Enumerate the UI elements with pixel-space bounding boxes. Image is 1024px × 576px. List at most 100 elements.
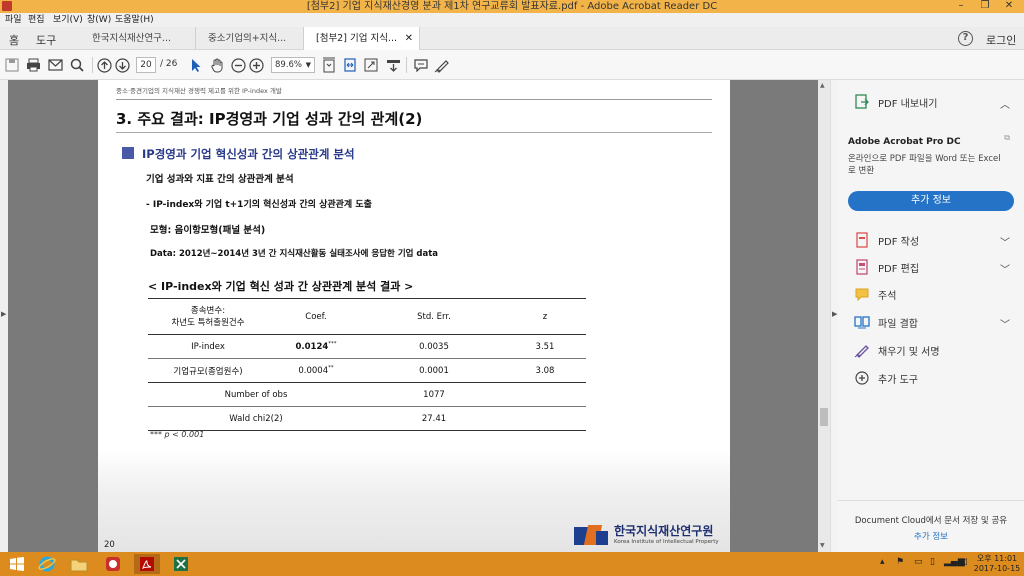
export-pdf-item[interactable]: PDF 내보내기 bbox=[852, 92, 937, 112]
se-cell: 0.0035 bbox=[364, 334, 504, 359]
comment-item[interactable]: 주석 bbox=[852, 284, 896, 304]
page-number-input[interactable]: 20 bbox=[136, 57, 156, 73]
pdf-page: 중소·중견기업의 지식재산 경쟁력 제고를 위한 IP-index 개발 3. … bbox=[98, 80, 730, 552]
zoom-level-select[interactable]: 89.6% ▼ bbox=[271, 57, 315, 73]
table-header-row: 종속변수: 차년도 특허출원건수 Coef. Std. Err. z bbox=[148, 298, 586, 335]
pro-title: Adobe Acrobat Pro DC bbox=[848, 137, 961, 147]
tray-arrow-icon[interactable]: ▴ bbox=[880, 557, 885, 567]
significance-stars: *** bbox=[328, 341, 337, 348]
nav-tools[interactable]: 도구 bbox=[36, 32, 56, 48]
expand-right-icon: ▶ bbox=[832, 310, 838, 318]
email-icon[interactable] bbox=[46, 56, 64, 74]
more-info-button[interactable]: 추가 정보 bbox=[848, 191, 1014, 211]
page-total: / 26 bbox=[160, 59, 178, 69]
document-viewport[interactable]: ▶ 중소·중견기업의 지식재산 경쟁력 제고를 위한 IP-index 개발 3… bbox=[0, 80, 838, 552]
menu-view[interactable]: 보기(V) bbox=[53, 14, 83, 26]
tab-bar: 홈 도구 한국지식재산연구... 중소기업의+지식... [첨부2] 기업 지식… bbox=[0, 27, 1024, 50]
minimize-button[interactable]: – bbox=[950, 0, 972, 13]
next-page-icon[interactable] bbox=[113, 56, 131, 74]
login-link[interactable]: 로그인 bbox=[986, 32, 1016, 48]
scrollbar-thumb[interactable] bbox=[820, 408, 828, 426]
menu-edit[interactable]: 편집 bbox=[28, 14, 45, 26]
empty-cell bbox=[504, 406, 586, 431]
monitor-icon[interactable]: ▭ bbox=[914, 557, 923, 567]
full-screen-icon[interactable] bbox=[362, 56, 380, 74]
fill-sign-item[interactable]: 채우기 및 서명 bbox=[852, 340, 940, 360]
chevron-down-icon[interactable]: ﹀ bbox=[1000, 234, 1010, 249]
z-cell: 3.08 bbox=[504, 358, 586, 383]
page-number: 20 bbox=[104, 540, 115, 550]
more-tools-item[interactable]: 추가 도구 bbox=[852, 368, 918, 388]
table-title: < IP-index와 기업 혁신 성과 간 상관관계 분석 결과 > bbox=[148, 280, 414, 293]
z-cell: 3.51 bbox=[504, 334, 586, 359]
vertical-scrollbar[interactable]: ▲ ▼ bbox=[818, 80, 830, 552]
cloud-more-info-link[interactable]: 추가 정보 bbox=[848, 530, 1014, 542]
taskbar-clock[interactable]: 오후 11:01 2017-10-15 bbox=[972, 554, 1022, 574]
battery-icon[interactable]: ▯ bbox=[930, 557, 935, 567]
coef-value: 0.0004 bbox=[298, 365, 329, 376]
fill-sign-icon bbox=[852, 342, 872, 358]
acrobat-window: [첨부2] 기업 지식재산경영 분과 제1차 연구교류회 발표자료.pdf - … bbox=[0, 0, 1024, 576]
excel-icon[interactable] bbox=[168, 554, 194, 574]
previous-page-icon[interactable] bbox=[95, 56, 113, 74]
tab-label: 한국지식재산연구... bbox=[92, 33, 171, 44]
chevron-down-icon[interactable]: ﹀ bbox=[1000, 316, 1010, 331]
menu-help[interactable]: 도움말(H) bbox=[115, 14, 154, 26]
page-header-text: 중소·중견기업의 지식재산 경쟁력 제고를 위한 IP-index 개발 bbox=[116, 87, 282, 95]
select-pointer-icon[interactable] bbox=[187, 56, 205, 74]
file-explorer-icon[interactable] bbox=[66, 554, 92, 574]
flag-icon[interactable]: ⚑ bbox=[896, 557, 904, 567]
combine-files-icon bbox=[852, 314, 872, 330]
app-red-icon[interactable] bbox=[100, 554, 126, 574]
table-row: Number of obs 1077 bbox=[148, 382, 586, 407]
clock-date: 2017-10-15 bbox=[973, 564, 1021, 573]
fit-page-icon[interactable] bbox=[320, 56, 338, 74]
help-icon[interactable]: ? bbox=[958, 31, 973, 46]
tab-document-1[interactable]: 한국지식재산연구... bbox=[80, 27, 196, 50]
pin-icon[interactable]: ⧉ bbox=[1004, 133, 1010, 143]
hand-tool-icon[interactable] bbox=[208, 56, 226, 74]
title-rule bbox=[116, 132, 712, 133]
chevron-up-icon[interactable]: ︿ bbox=[1000, 96, 1010, 111]
acrobat-taskbar-icon[interactable] bbox=[134, 554, 160, 574]
internet-explorer-icon[interactable] bbox=[34, 554, 60, 574]
fit-width-icon[interactable] bbox=[341, 56, 359, 74]
empty-cell bbox=[504, 382, 586, 407]
close-window-button[interactable]: ✕ bbox=[998, 0, 1020, 13]
nav-home[interactable]: 홈 bbox=[9, 32, 19, 48]
z-header: z bbox=[504, 298, 586, 335]
institute-logo: 한국지식재산연구원 Korea Institute of Intellectua… bbox=[574, 523, 719, 547]
sign-pen-icon[interactable] bbox=[433, 56, 451, 74]
coef-cell: 0.0124*** bbox=[268, 334, 364, 359]
right-panel-toggle[interactable]: ▶ bbox=[830, 80, 838, 552]
left-panel-toggle[interactable]: ▶ bbox=[0, 80, 8, 552]
menu-file[interactable]: 파일 bbox=[5, 14, 22, 26]
create-pdf-item[interactable]: PDF 작성 bbox=[852, 230, 919, 250]
search-icon[interactable] bbox=[68, 56, 86, 74]
zoom-out-icon[interactable] bbox=[229, 56, 247, 74]
comment-bubble-icon bbox=[852, 286, 872, 302]
windows-taskbar: ▴ ⚑ ▭ ▯ ▂▄▆ ◁ 오후 11:01 2017-10-15 bbox=[0, 552, 1024, 576]
tab-document-3-active[interactable]: [첨부2] 기업 지식... ✕ bbox=[304, 27, 420, 50]
start-button-icon[interactable] bbox=[4, 554, 30, 574]
table-row: 기업규모(종업원수) 0.0004** 0.0001 3.08 bbox=[148, 358, 586, 383]
comment-icon[interactable] bbox=[412, 56, 430, 74]
clock-time: 오후 11:01 bbox=[976, 554, 1018, 563]
menu-window[interactable]: 창(W) bbox=[87, 14, 111, 26]
add-circle-icon bbox=[852, 370, 872, 386]
table-row: Wald chi2(2) 27.41 bbox=[148, 406, 586, 431]
chevron-down-icon[interactable]: ﹀ bbox=[1000, 261, 1010, 276]
combine-files-item[interactable]: 파일 결합 bbox=[852, 312, 918, 332]
edit-pdf-item[interactable]: PDF 편집 bbox=[852, 257, 919, 277]
save-icon[interactable] bbox=[3, 56, 21, 74]
scroll-up-icon[interactable]: ▲ bbox=[820, 82, 825, 89]
zoom-in-icon[interactable] bbox=[247, 56, 265, 74]
tab-close-icon[interactable]: ✕ bbox=[405, 27, 413, 50]
volume-icon[interactable]: ◁ bbox=[960, 557, 967, 567]
scroll-down-icon[interactable]: ▼ bbox=[820, 542, 825, 549]
scroll-mode-icon[interactable] bbox=[384, 56, 402, 74]
wald-value: 27.41 bbox=[364, 406, 504, 431]
print-icon[interactable] bbox=[24, 56, 42, 74]
maximize-button[interactable]: ❐ bbox=[974, 0, 996, 13]
tab-document-2[interactable]: 중소기업의+지식... bbox=[196, 27, 304, 50]
